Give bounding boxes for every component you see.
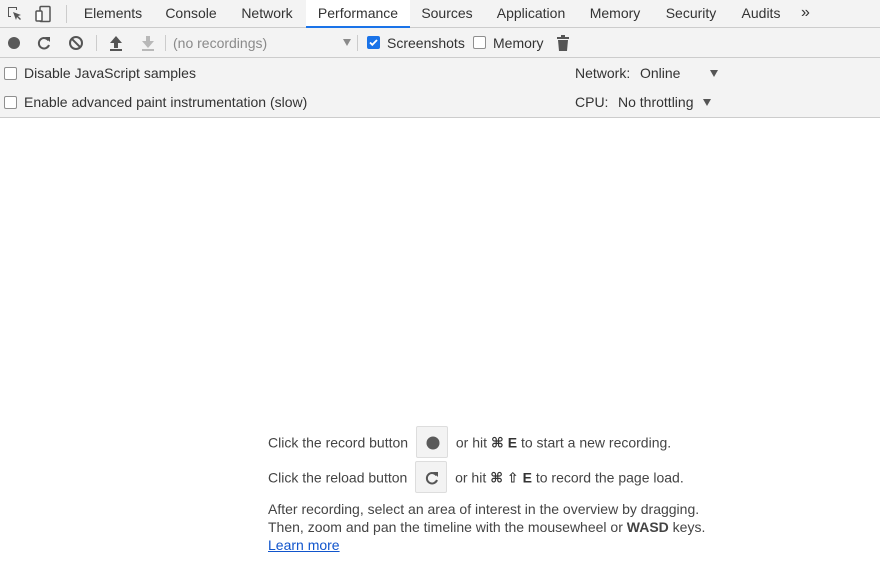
tab-application[interactable]: Application bbox=[486, 0, 576, 28]
chevron-down-icon bbox=[343, 39, 351, 46]
reload-instruction: Click the reload button or hit ⌘ ⇧ E to … bbox=[268, 459, 684, 494]
tab-label: Performance bbox=[317, 5, 399, 21]
save-profile-button[interactable] bbox=[139, 34, 157, 52]
upload-icon bbox=[110, 36, 122, 51]
memory-label: Memory bbox=[493, 35, 544, 51]
hint-line-1: After recording, select an area of inter… bbox=[268, 501, 700, 517]
advanced-paint-checkbox[interactable] bbox=[4, 96, 17, 109]
checkmark-icon bbox=[369, 39, 378, 47]
performance-toolbar: (no recordings) Screenshots Memory bbox=[0, 28, 880, 58]
clear-button[interactable] bbox=[67, 34, 85, 52]
recordings-select[interactable]: (no recordings) bbox=[167, 34, 357, 52]
record-icon bbox=[426, 436, 440, 450]
cpu-throttling-label: CPU: bbox=[575, 94, 609, 110]
divider bbox=[165, 35, 166, 51]
tab-label: Elements bbox=[83, 5, 143, 21]
record-instruction-pre: Click the record button bbox=[268, 434, 409, 451]
divider bbox=[66, 5, 67, 23]
tab-performance[interactable]: Performance bbox=[306, 0, 410, 29]
chevron-down-icon bbox=[710, 70, 718, 77]
tab-network[interactable]: Network bbox=[231, 0, 303, 28]
disable-js-samples-label: Disable JavaScript samples bbox=[24, 65, 196, 81]
wasd-keys: WASD bbox=[626, 519, 669, 535]
tab-label: Network bbox=[241, 5, 293, 21]
disable-js-samples-checkbox[interactable] bbox=[4, 67, 17, 80]
reload-shortcut: ⌘ ⇧ E bbox=[490, 469, 532, 486]
tab-console[interactable]: Console bbox=[155, 0, 227, 28]
reload-instruction-pre: Click the reload button bbox=[268, 469, 408, 486]
reload-instruction-or: or hit bbox=[455, 469, 487, 486]
trash-icon bbox=[557, 35, 569, 51]
learn-more-link[interactable]: Learn more bbox=[268, 537, 340, 553]
more-tabs-button[interactable]: » bbox=[801, 0, 810, 28]
record-shortcut: ⌘ E bbox=[490, 434, 518, 451]
devtools-tab-bar: Elements Console Network Performance Sou… bbox=[0, 0, 880, 29]
tab-label: Application bbox=[496, 5, 566, 21]
load-profile-button[interactable] bbox=[107, 34, 125, 52]
clear-icon bbox=[69, 36, 83, 50]
landing-record-button[interactable] bbox=[415, 426, 448, 459]
memory-checkbox[interactable] bbox=[473, 36, 486, 49]
cpu-throttling-select[interactable]: No throttling bbox=[616, 92, 716, 112]
chevron-down-icon bbox=[703, 99, 711, 106]
hint-line-2-post: keys. bbox=[672, 519, 706, 535]
record-button[interactable] bbox=[5, 34, 23, 52]
divider bbox=[96, 35, 97, 51]
hint-line-2-pre: Then, zoom and pan the timeline with the… bbox=[268, 519, 623, 535]
reload-instruction-post: to record the page load. bbox=[535, 469, 684, 486]
tab-memory[interactable]: Memory bbox=[582, 0, 648, 28]
record-instruction: Click the record button or hit ⌘ E to st… bbox=[268, 424, 672, 459]
tab-label: Audits bbox=[741, 5, 781, 21]
tab-elements[interactable]: Elements bbox=[75, 0, 151, 28]
cpu-throttling-value: No throttling bbox=[618, 94, 694, 110]
tab-security[interactable]: Security bbox=[657, 0, 725, 28]
network-throttling-label: Network: bbox=[575, 65, 631, 81]
screenshots-label: Screenshots bbox=[387, 35, 465, 51]
reload-icon bbox=[426, 472, 439, 485]
inspect-element-icon[interactable] bbox=[5, 4, 25, 24]
record-icon bbox=[8, 37, 20, 49]
collect-garbage-button[interactable] bbox=[554, 34, 572, 52]
device-toolbar-icon[interactable] bbox=[33, 4, 53, 24]
advanced-paint-label: Enable advanced paint instrumentation (s… bbox=[24, 94, 308, 110]
recordings-select-value: (no recordings) bbox=[173, 35, 268, 51]
tab-audits[interactable]: Audits bbox=[734, 0, 788, 28]
landing-hint: After recording, select an area of inter… bbox=[268, 500, 705, 554]
network-throttling-value: Online bbox=[640, 65, 681, 81]
tab-label: Memory bbox=[589, 5, 641, 21]
record-instruction-or: or hit bbox=[455, 434, 487, 451]
hint-line-2: Then, zoom and pan the timeline with the… bbox=[268, 518, 705, 536]
landing-reload-button[interactable] bbox=[415, 461, 448, 494]
divider bbox=[357, 35, 358, 51]
tab-label: Console bbox=[165, 5, 217, 21]
download-icon bbox=[142, 36, 154, 51]
reload-icon bbox=[37, 37, 50, 50]
tab-sources[interactable]: Sources bbox=[412, 0, 482, 28]
reload-record-button[interactable] bbox=[35, 34, 53, 52]
tab-label: Security bbox=[665, 5, 717, 21]
tab-label: Sources bbox=[421, 5, 473, 21]
record-instruction-post: to start a new recording. bbox=[520, 434, 672, 451]
network-throttling-select[interactable]: Online bbox=[638, 63, 722, 83]
screenshots-checkbox[interactable] bbox=[367, 36, 380, 49]
capture-settings-pane: Disable JavaScript samples Enable advanc… bbox=[0, 58, 880, 118]
